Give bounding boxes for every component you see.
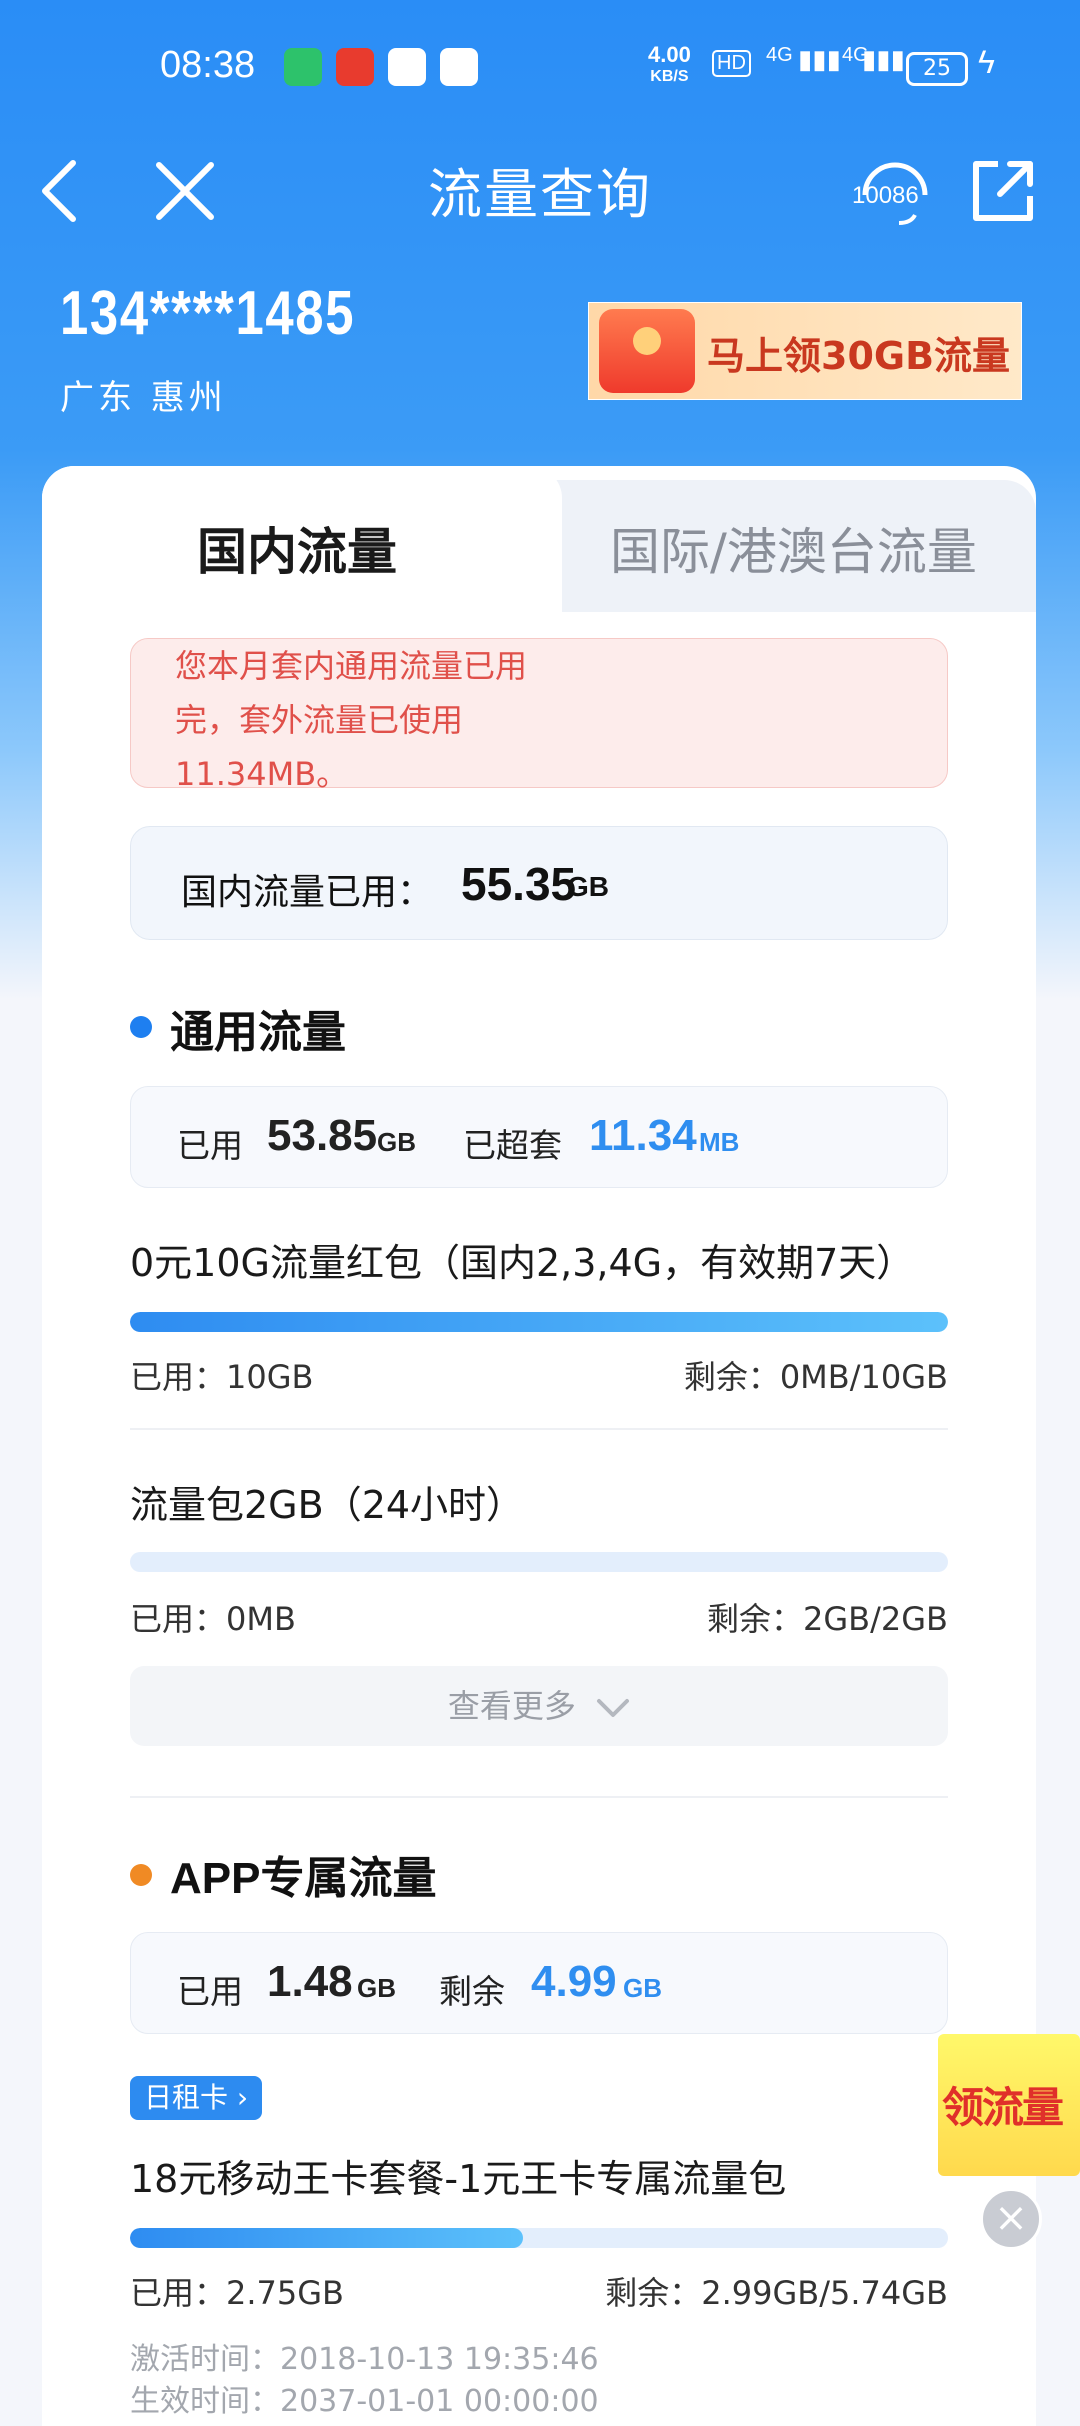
service-number-label: 10086 — [852, 182, 919, 209]
hd-icon: HD — [712, 50, 751, 77]
signal-4g-icon: 4G — [766, 44, 793, 66]
floating-ad-text: 领流量 — [942, 2083, 1064, 2132]
day-rent-tag[interactable]: 日租卡 › — [130, 2076, 263, 2120]
general-over-value: 11.34 — [589, 1111, 697, 1160]
general-section-title: 通用流量 — [170, 1007, 346, 1058]
package-remaining: 剩余：2GB/2GB — [706, 1600, 948, 1638]
general-usage-summary: 已用 53.85 GB 已超套 11.34 MB — [130, 1086, 948, 1188]
phone-number: 134****1485 — [60, 279, 356, 348]
activation-time: 激活时间：2018-10-13 19:35:46 — [130, 2342, 599, 2377]
general-used-unit: GB — [377, 1127, 416, 1157]
package-used: 已用：2.75GB — [130, 2274, 345, 2312]
general-over-label: 已超套 — [463, 1126, 562, 1165]
package-remaining: 剩余：2.99GB/5.74GB — [605, 2274, 948, 2312]
app-section-title: APP专属流量 — [170, 1854, 437, 1903]
view-more-label: 查看更多 — [447, 1687, 576, 1725]
china-mobile-app-icon — [440, 48, 478, 86]
view-more-button[interactable]: 查看更多 — [130, 1666, 948, 1746]
region-label: 广东 惠州 — [60, 378, 227, 418]
package-progress-bar — [130, 1312, 948, 1332]
app-used-unit: GB — [357, 1973, 396, 2003]
divider — [130, 1796, 948, 1798]
app-usage-summary: 已用 1.48 GB 剩余 4.99 GB — [130, 1932, 948, 2034]
alert-line-3: 11.34MB。 — [175, 755, 349, 793]
network-speed-value: 4.00 — [648, 42, 691, 67]
package-used: 已用：10GB — [130, 1358, 314, 1396]
close-icon: × — [994, 2195, 1028, 2241]
package-progress-bar — [130, 1552, 948, 1572]
overuse-alert: 您本月套内通用流量已用 完，套外流量已使用 11.34MB。 — [130, 638, 948, 793]
effective-time: 生效时间：2037-01-01 00:00:00 — [130, 2384, 599, 2419]
app-used-value: 1.48 — [267, 1957, 353, 2006]
share-icon — [973, 161, 1033, 221]
promo-banner[interactable]: 马上领30GB流量 — [588, 302, 1022, 400]
alert-line-2: 完，套外流量已使用 — [175, 701, 464, 739]
app-notification-icon — [336, 48, 374, 86]
wechat-icon — [284, 48, 322, 86]
floating-traffic-ad[interactable]: 领流量 — [938, 2034, 1080, 2176]
status-time: 08:38 — [160, 44, 256, 86]
battery-icon: 25 — [906, 52, 968, 86]
section-dot-icon — [130, 1016, 152, 1038]
divider — [130, 1428, 948, 1430]
section-dot-icon — [130, 1864, 152, 1886]
tab-international-label: 国际/港澳台流量 — [610, 523, 977, 581]
nav-bar: 流量查询 10086 — [0, 130, 1080, 250]
general-used-label: 已用 — [177, 1126, 243, 1165]
tab-domestic-label: 国内流量 — [197, 523, 397, 581]
package-progress-fill — [130, 2228, 523, 2248]
package-used: 已用：0MB — [130, 1600, 296, 1638]
package-progress-bar — [130, 2228, 948, 2248]
package-progress-fill — [130, 1312, 948, 1332]
status-bar: 08:38 4.00 KB/S HD 4G ▮▮▮ 4G ▮▮▮ 25 ϟ — [0, 0, 1080, 130]
red-envelope-icon — [599, 309, 695, 393]
app-remain-value: 4.99 — [531, 1957, 617, 2006]
domestic-total-box: 国内流量已用： 55.35 GB — [130, 826, 948, 940]
app-remain-label: 剩余 — [439, 1972, 505, 2011]
domestic-total-unit: GB — [567, 871, 609, 902]
tab-bar: 国内流量 国际/港澳台流量 — [42, 466, 1036, 612]
package-remaining: 剩余：0MB/10GB — [683, 1358, 948, 1396]
customer-service-button[interactable]: 10086 — [840, 146, 950, 236]
package-name: 流量包2GB（24小时） — [130, 1483, 525, 1527]
china-mobile-icon — [388, 48, 426, 86]
charging-icon: ϟ — [978, 44, 995, 80]
network-speed-unit: KB/S — [650, 68, 689, 85]
domestic-total-value: 55.35 — [461, 858, 577, 910]
package-name: 0元10G流量红包（国内2,3,4G，有效期7天） — [130, 1241, 915, 1285]
alert-line-1: 您本月套内通用流量已用 — [175, 647, 528, 685]
close-ad-button[interactable]: × — [980, 2188, 1042, 2250]
app-remain-unit: GB — [623, 1973, 662, 2003]
domestic-total-label: 国内流量已用： — [181, 872, 434, 913]
battery-level: 25 — [923, 56, 951, 81]
general-used-value: 53.85 — [267, 1111, 378, 1160]
signal-bars-icon: ▮▮▮ — [798, 44, 841, 74]
package-name: 18元移动王卡套餐-1元王卡专属流量包 — [130, 2157, 787, 2201]
chevron-down-icon — [597, 1699, 630, 1717]
share-button[interactable] — [958, 146, 1048, 236]
promo-text: 马上领30GB流量 — [707, 334, 1011, 378]
signal-bars-icon-2: ▮▮▮ — [862, 44, 905, 74]
app-used-label: 已用 — [177, 1972, 243, 2011]
network-speed: 4.00 KB/S — [648, 44, 691, 88]
general-over-unit: MB — [699, 1127, 740, 1157]
